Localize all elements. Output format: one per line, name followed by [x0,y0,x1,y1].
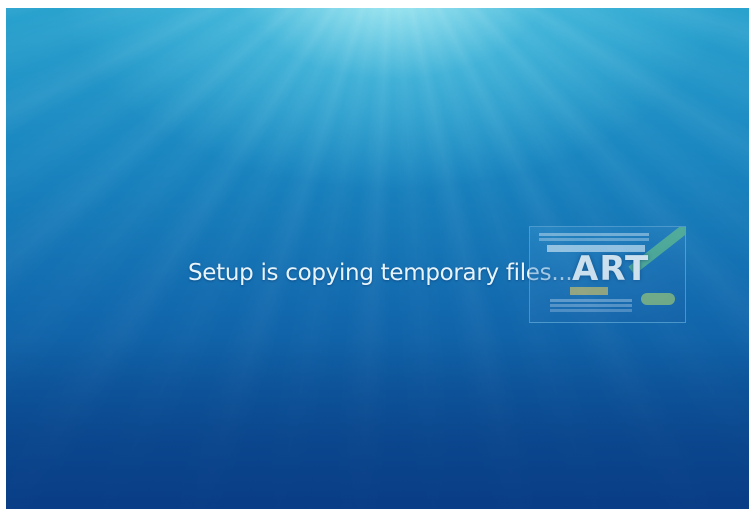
watermark-contact-lines [550,299,632,302]
watermark-logo-text: ART [572,249,650,289]
watermark-badge [641,293,675,305]
background-shade [6,339,749,509]
publisher-watermark-logo: ART [529,226,686,323]
setup-status-text: Setup is copying temporary files... [188,260,573,286]
watermark-dvd-label [570,287,608,295]
watermark-fine-print [539,233,649,236]
